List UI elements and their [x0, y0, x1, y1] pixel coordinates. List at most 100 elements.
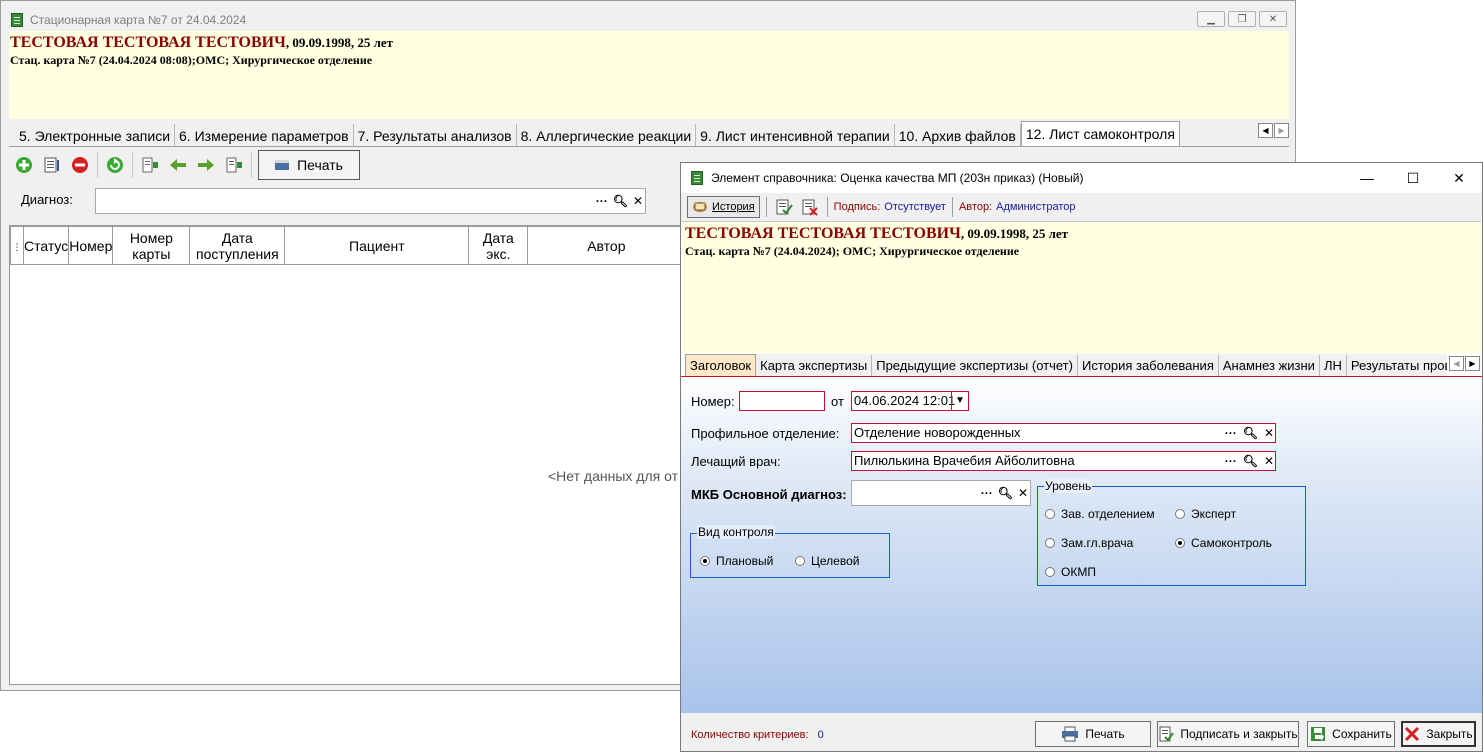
dialog-tabs: Заголовок Карта экспертизы Предыдущие эк…: [685, 354, 1447, 376]
search-icon[interactable]: 🔍︎: [613, 194, 628, 208]
search-icon[interactable]: 🔍︎: [998, 486, 1013, 500]
column-header-author[interactable]: Автор: [527, 226, 686, 265]
tab-previous-expertise[interactable]: Предыдущие экспертизы (отчет): [872, 355, 1078, 376]
clear-icon[interactable]: ✕: [633, 194, 643, 208]
tab-intensive-care[interactable]: 9. Лист интенсивной терапии: [696, 124, 895, 146]
radio-head-of-department[interactable]: Зав. отделением: [1045, 507, 1155, 521]
minimize-button[interactable]: ▁: [1197, 11, 1225, 27]
radio-deputy-chief[interactable]: Зам.гл.врача: [1045, 536, 1133, 550]
ellipsis-icon[interactable]: ···: [1225, 425, 1237, 442]
save-icon: [1311, 727, 1326, 741]
printer-icon: [275, 160, 290, 170]
tab-allergies[interactable]: 8. Аллергические реакции: [517, 124, 697, 146]
tab-header[interactable]: Заголовок: [685, 354, 757, 376]
date-from-label: от: [831, 394, 844, 409]
column-header-number[interactable]: Номер: [68, 226, 114, 265]
close-button[interactable]: ✕: [1259, 11, 1287, 27]
department-label: Профильное отделение:: [691, 426, 840, 441]
radio-self-control[interactable]: Самоконтроль: [1175, 536, 1272, 550]
radio-targeted[interactable]: Целевой: [795, 554, 859, 568]
tab-self-control[interactable]: 12. Лист самоконтроля: [1020, 121, 1180, 146]
arrow-left-button[interactable]: [167, 154, 189, 176]
dialog-close-button[interactable]: ✕: [1436, 163, 1482, 193]
dialog-maximize-button[interactable]: ☐: [1390, 163, 1436, 193]
sign-button[interactable]: [773, 196, 795, 218]
column-header-card-number[interactable]: Номер карты: [112, 226, 191, 265]
save-button[interactable]: Сохранить: [1307, 721, 1395, 747]
tab-life-anamnesis[interactable]: Анамнез жизни: [1219, 355, 1320, 376]
ellipsis-icon[interactable]: ···: [1225, 453, 1237, 470]
minimize-icon: ▁: [1207, 13, 1215, 25]
sign-and-close-button[interactable]: Подписать и закрыть: [1157, 721, 1299, 747]
list-icon: [226, 157, 242, 173]
dialog-titlebar: Элемент справочника: Оценка качества МП …: [691, 163, 1083, 193]
ellipsis-icon[interactable]: ···: [596, 194, 608, 208]
print-button[interactable]: Печать: [258, 150, 360, 180]
search-icon[interactable]: 🔍︎: [1243, 425, 1258, 442]
close-dialog-button[interactable]: Закрыть: [1401, 721, 1476, 747]
search-icon[interactable]: 🔍︎: [1243, 453, 1258, 470]
radio-self-control-label: Самоконтроль: [1191, 536, 1272, 550]
toolbar-separator: [132, 152, 133, 178]
tab-disease-history[interactable]: История заболевания: [1078, 355, 1219, 376]
patient-card-info: Стац. карта №7 (24.04.2024 08:08);ОМС; Х…: [10, 53, 373, 67]
add-button[interactable]: [13, 154, 35, 176]
tab-scroll-right-button[interactable]: ▶: [1274, 123, 1289, 138]
tab-parameters[interactable]: 6. Измерение параметров: [175, 124, 354, 146]
tab-results[interactable]: Результаты проведе: [1347, 355, 1447, 376]
move-right-button[interactable]: [223, 154, 245, 176]
clear-icon[interactable]: ✕: [1264, 425, 1274, 442]
arrow-left-icon: ◀: [1262, 126, 1269, 135]
remove-signature-button[interactable]: [799, 196, 821, 218]
tab-file-archive[interactable]: 10. Архив файлов: [895, 124, 1021, 146]
number-label: Номер:: [691, 394, 735, 409]
dialog-tab-scroll-left-button[interactable]: ◀: [1449, 356, 1464, 371]
radio-expert[interactable]: Эксперт: [1175, 507, 1236, 521]
author-value: Администратор: [996, 201, 1076, 213]
doctor-input[interactable]: Пилюлькина Врачебия Айболитовна ··· 🔍︎ ✕: [851, 451, 1276, 471]
column-header-admission-date[interactable]: Дата поступления: [189, 226, 286, 265]
diagnosis-input[interactable]: ··· 🔍︎ ✕: [95, 188, 646, 214]
minus-icon: [72, 157, 88, 173]
radio-unchecked-icon: [1045, 538, 1055, 548]
tab-sick-leave[interactable]: ЛН: [1320, 355, 1347, 376]
dialog-print-button[interactable]: Печать: [1035, 721, 1151, 747]
department-input[interactable]: Отделение новорожденных ··· 🔍︎ ✕: [851, 423, 1276, 443]
history-button[interactable]: История: [687, 196, 760, 218]
dialog-patient-panel: ТЕСТОВАЯ ТЕСТОВАЯ ТЕСТОВИЧ, 09.09.1998, …: [682, 221, 1481, 353]
column-chooser-button[interactable]: ⋮: [10, 226, 24, 265]
toolbar-separator: [826, 197, 828, 217]
main-toolbar: Печать: [13, 149, 360, 181]
arrow-left-icon: [170, 159, 186, 171]
refresh-button[interactable]: [104, 154, 126, 176]
ellipsis-icon[interactable]: ···: [981, 486, 993, 500]
app-icon: [11, 12, 23, 27]
unsign-document-icon: [802, 199, 818, 216]
column-header-patient[interactable]: Пациент: [284, 226, 470, 265]
radio-planned[interactable]: Плановый: [700, 554, 773, 568]
dialog-tab-scroll-right-button[interactable]: ▶: [1465, 356, 1480, 371]
column-header-exam-date[interactable]: Дата экс.: [468, 226, 529, 265]
arrow-right-button[interactable]: [195, 154, 217, 176]
date-picker[interactable]: 04.06.2024 12:01 ▼: [851, 391, 969, 411]
tab-scroll-left-button[interactable]: ◀: [1258, 123, 1273, 138]
dialog-minimize-button[interactable]: —: [1344, 163, 1390, 193]
doctor-label: Лечащий врач:: [691, 454, 781, 469]
tab-expertise-card[interactable]: Карта экспертизы: [756, 355, 873, 376]
column-header-status[interactable]: Статус: [22, 226, 70, 265]
tab-analysis-results[interactable]: 7. Результаты анализов: [354, 124, 517, 146]
clear-icon[interactable]: ✕: [1018, 486, 1028, 500]
radio-deputy-chief-label: Зам.гл.врача: [1061, 536, 1134, 550]
dropdown-arrow-icon[interactable]: ▼: [951, 392, 968, 410]
sign-document-icon: [776, 199, 793, 215]
clear-icon[interactable]: ✕: [1264, 453, 1274, 470]
maximize-button[interactable]: ❐: [1228, 11, 1256, 27]
move-left-button[interactable]: [139, 154, 161, 176]
delete-button[interactable]: [69, 154, 91, 176]
save-label: Сохранить: [1332, 727, 1392, 741]
radio-okmp[interactable]: ОКМП: [1045, 565, 1096, 579]
edit-button[interactable]: [41, 154, 63, 176]
tab-electronic-records[interactable]: 5. Электронные записи: [15, 124, 176, 146]
number-input[interactable]: [739, 391, 825, 411]
mkb-input[interactable]: ··· 🔍︎ ✕: [851, 480, 1031, 506]
